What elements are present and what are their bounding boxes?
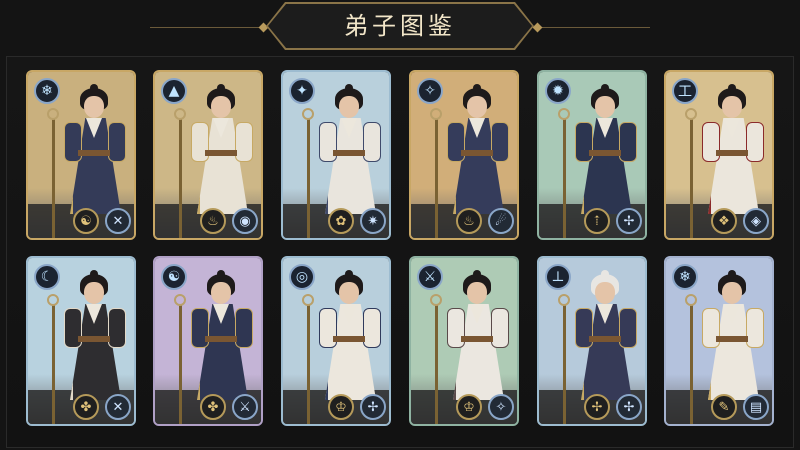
- disciple-card[interactable]: ❄ ☯ ✕: [26, 70, 136, 240]
- disciple-portrait: [301, 268, 389, 424]
- disciple-portrait: [46, 82, 134, 238]
- element-badge-icon: ✧: [417, 78, 443, 104]
- skill-icon[interactable]: ✎: [711, 394, 737, 420]
- disciple-portrait: [46, 268, 134, 424]
- title-ornament-left: [258, 22, 269, 33]
- skill-icon[interactable]: ◉: [232, 208, 258, 234]
- disciple-portrait: [684, 268, 772, 424]
- disciple-card[interactable]: 工 ❖ ◈: [664, 70, 774, 240]
- element-badge-icon: ✦: [289, 78, 315, 104]
- skill-icon[interactable]: ✷: [360, 208, 386, 234]
- skill-icon[interactable]: ✿: [328, 208, 354, 234]
- skill-icon[interactable]: ♔: [456, 394, 482, 420]
- skill-icon[interactable]: ⚔: [232, 394, 258, 420]
- disciple-card[interactable]: ☯ ✤ ⚔: [153, 256, 263, 426]
- skill-icon[interactable]: ♨: [200, 208, 226, 234]
- disciple-portrait: [557, 82, 645, 238]
- skill-icon[interactable]: ✢: [360, 394, 386, 420]
- disciple-card[interactable]: ▲ ♨ ◉: [153, 70, 263, 240]
- disciple-card[interactable]: ⚔ ♔ ✧: [409, 256, 519, 426]
- disciple-portrait: [173, 82, 261, 238]
- element-badge-icon: ☾: [34, 264, 60, 290]
- disciple-portrait: [429, 268, 517, 424]
- disciple-card[interactable]: ✦ ✿ ✷: [281, 70, 391, 240]
- skill-icon[interactable]: ▤: [743, 394, 769, 420]
- disciple-portrait: [173, 268, 261, 424]
- skill-icon[interactable]: ☄: [488, 208, 514, 234]
- skill-icon[interactable]: ✤: [200, 394, 226, 420]
- title-bar: 弟子图鉴: [0, 0, 800, 52]
- title-divider-right: [534, 27, 650, 28]
- skill-icon[interactable]: ♨: [456, 208, 482, 234]
- skill-icon[interactable]: ✤: [73, 394, 99, 420]
- skill-icon[interactable]: ☯: [73, 208, 99, 234]
- skill-icon[interactable]: ✧: [488, 394, 514, 420]
- skill-icon[interactable]: ✢: [616, 208, 642, 234]
- disciple-card[interactable]: ⊥ ✢ ✢: [537, 256, 647, 426]
- element-badge-icon: ⊥: [545, 264, 571, 290]
- skill-icon[interactable]: ⇡: [584, 208, 610, 234]
- disciple-portrait: [557, 268, 645, 424]
- element-badge-icon: ▲: [161, 78, 187, 104]
- skill-icon[interactable]: ◈: [743, 208, 769, 234]
- skill-icon[interactable]: ✕: [105, 394, 131, 420]
- element-badge-icon: ✹: [545, 78, 571, 104]
- disciple-card[interactable]: ◎ ♔ ✢: [281, 256, 391, 426]
- title-divider-left: [150, 27, 266, 28]
- disciple-card[interactable]: ☾ ✤ ✕: [26, 256, 136, 426]
- disciple-portrait: [301, 82, 389, 238]
- disciple-card[interactable]: ❄ ✎ ▤: [664, 256, 774, 426]
- element-badge-icon: ❄: [672, 264, 698, 290]
- disciple-card[interactable]: ✧ ♨ ☄: [409, 70, 519, 240]
- element-badge-icon: ◎: [289, 264, 315, 290]
- disciple-card[interactable]: ✹ ⇡ ✢: [537, 70, 647, 240]
- element-badge-icon: ⚔: [417, 264, 443, 290]
- title-ornament-right: [532, 22, 543, 33]
- skill-icon[interactable]: ✕: [105, 208, 131, 234]
- skill-icon[interactable]: ✢: [616, 394, 642, 420]
- element-badge-icon: ☯: [161, 264, 187, 290]
- page-title: 弟子图鉴: [344, 12, 456, 40]
- disciple-portrait: [684, 82, 772, 238]
- disciple-portrait: [429, 82, 517, 238]
- element-badge-icon: ❄: [34, 78, 60, 104]
- element-badge-icon: 工: [672, 78, 698, 104]
- skill-icon[interactable]: ❖: [711, 208, 737, 234]
- skill-icon[interactable]: ✢: [584, 394, 610, 420]
- skill-icon[interactable]: ♔: [328, 394, 354, 420]
